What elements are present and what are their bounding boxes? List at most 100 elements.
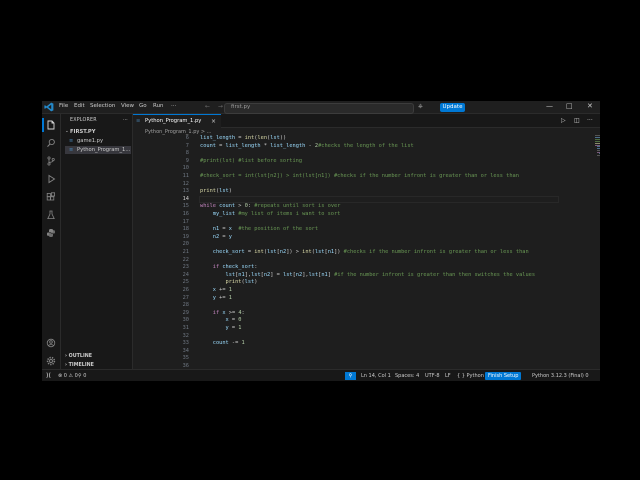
code-line[interactable]: x += 1 [200, 287, 232, 295]
code-line[interactable]: list_length = int(len(lst)) [200, 135, 286, 143]
status-bar: ⟩⟨ ⊗ 0 ⚠ 0 ⚲ 0 ⚲ Ln 14, Col 1 Spaces: 4 … [42, 369, 600, 381]
current-line-highlight [199, 195, 559, 204]
line-number: 21 [182, 249, 189, 255]
chevron-right-icon: › [65, 363, 67, 368]
line-number: 18 [182, 226, 189, 233]
more-actions-icon[interactable]: ··· [587, 117, 593, 124]
copilot-icon[interactable]: ⎈ [418, 103, 423, 111]
minimize-button[interactable]: — [546, 102, 553, 110]
split-editor-icon[interactable]: ◫ [574, 117, 580, 124]
line-number: 29 [182, 309, 189, 316]
chevron-right-icon: › [65, 354, 67, 359]
line-number: 26 [182, 287, 189, 293]
run-debug-icon[interactable] [46, 174, 56, 184]
editor-area: ≡ Python_Program_1.py × ▷ ◫ ··· Python_P… [133, 114, 600, 369]
line-number: 28 [182, 302, 189, 309]
python-icon[interactable] [46, 228, 56, 238]
encoding-status[interactable]: UTF-8 [425, 373, 440, 379]
close-window-button[interactable]: ✕ [587, 102, 593, 110]
code-line[interactable]: #check_sort = int(lst[n2]) > int(lst[n1]… [200, 173, 519, 181]
more-actions-icon[interactable]: ··· [123, 117, 128, 123]
menu-view[interactable]: View [121, 103, 134, 109]
update-button[interactable]: Update [440, 102, 465, 112]
menu-go[interactable]: Go [139, 103, 147, 109]
source-control-icon[interactable] [46, 156, 56, 166]
code-line[interactable]: count -= 1 [200, 340, 245, 348]
remote-indicator-icon[interactable]: ⟩⟨ [42, 370, 55, 381]
language-mode[interactable]: { } Python [457, 373, 484, 379]
line-number: 6 [185, 135, 189, 141]
line-number: 16 [182, 211, 189, 217]
line-number: 34 [182, 347, 189, 354]
line-number: 19 [182, 233, 189, 240]
extensions-icon[interactable] [46, 192, 56, 202]
files-icon[interactable] [46, 120, 56, 130]
minimap[interactable] [595, 135, 600, 175]
manage-gear-icon[interactable] [46, 356, 56, 366]
tab-python-program[interactable]: ≡ Python_Program_1.py × [133, 114, 221, 128]
menu-edit[interactable]: Edit [74, 103, 85, 109]
active-indicator [42, 118, 44, 132]
menu-run[interactable]: Run [153, 103, 164, 109]
code-line[interactable]: while count > 0: #repeats until sort is … [200, 203, 340, 211]
code-line[interactable]: #print(lst) #list before sorting [200, 158, 302, 166]
line-number: 12 [182, 180, 189, 187]
vscode-logo-icon [44, 102, 54, 112]
line-number: 30 [182, 317, 189, 324]
outline-section[interactable]: › OUTLINE [65, 354, 92, 359]
file-name: Python_Program_1... [77, 147, 131, 153]
python-interpreter[interactable]: Python 3.12.3 (Final) 0 [532, 373, 589, 379]
line-number: 9 [185, 157, 189, 164]
line-number: 32 [182, 332, 189, 339]
code-line[interactable]: if x >= 4: [200, 310, 245, 318]
eol-status[interactable]: LF [445, 373, 451, 379]
title-bar: File Edit Selection View Go Run ··· ← → … [42, 101, 600, 114]
line-number: 23 [182, 264, 189, 271]
line-number: 11 [182, 173, 189, 179]
line-number: 20 [182, 241, 189, 248]
file-item-selected[interactable]: ≡ Python_Program_1... [65, 146, 131, 154]
code-line[interactable]: count = list_length * list_length - 2#ch… [200, 143, 414, 151]
code-line[interactable]: y = 1 [200, 325, 242, 333]
code-line[interactable]: check_sort = int(lst[n2]) > int(lst[n1])… [200, 249, 529, 257]
line-number: 24 [182, 271, 189, 278]
ports-status[interactable]: ⚲ 0 [78, 373, 86, 379]
search-icon[interactable] [46, 138, 56, 148]
tab-bar: ≡ Python_Program_1.py × ▷ ◫ ··· [133, 114, 600, 128]
code-line[interactable]: my_list #my list of items i want to sort [200, 211, 341, 219]
command-center[interactable]: first.py [224, 102, 414, 114]
problems-status[interactable]: ⊗ 0 ⚠ 0 [58, 373, 78, 379]
code-editor[interactable]: 6 list_length = int(len(lst)) 7 count = lis… [133, 135, 588, 369]
menu-more[interactable]: ··· [171, 103, 176, 109]
testing-icon[interactable] [46, 210, 56, 220]
maximize-button[interactable]: □ [566, 102, 573, 110]
menu-file[interactable]: File [59, 103, 68, 109]
python-file-icon: ≡ [136, 118, 141, 124]
run-file-icon[interactable]: ▷ [561, 117, 566, 124]
code-line[interactable]: n2 = y [200, 234, 232, 242]
close-icon[interactable]: × [211, 118, 216, 125]
code-line[interactable]: y += 1 [200, 295, 232, 303]
workspace-folder[interactable]: FIRST.PY [70, 129, 95, 135]
cursor-position[interactable]: Ln 14, Col 1 [361, 373, 391, 379]
indentation-status[interactable]: Spaces: 4 [395, 373, 419, 379]
zoom-indicator-icon[interactable]: ⚲ [345, 371, 356, 380]
code-line[interactable]: if check_sort: [200, 264, 258, 272]
account-icon[interactable] [46, 338, 56, 348]
code-line[interactable]: n1 = x #the position of the sort [200, 226, 318, 234]
code-line[interactable]: x = 0 [200, 317, 242, 325]
command-center-label: first.py [231, 104, 251, 110]
chevron-down-icon[interactable]: ⌄ [65, 129, 69, 134]
code-line[interactable]: lst[n1],lst[n2] = lst[n2],lst[n1] #if th… [200, 272, 536, 280]
explorer-sidebar: EXPLORER ··· ⌄ FIRST.PY ≡ game1.py ≡ Pytho… [61, 114, 133, 369]
nav-back-forward-arrows[interactable]: ← → [205, 103, 226, 110]
code-line[interactable]: print(lst) [200, 279, 258, 287]
timeline-section[interactable]: › TIMELINE [65, 363, 94, 368]
file-item[interactable]: ≡ game1.py [65, 137, 131, 145]
line-number: 33 [182, 340, 189, 347]
menu-selection[interactable]: Selection [90, 103, 115, 109]
activity-bar [42, 114, 61, 369]
finish-setup-button[interactable]: Finish Setup [485, 371, 522, 380]
tab-label: Python_Program_1.py [145, 118, 202, 124]
code-line[interactable]: print(lst) [200, 188, 232, 196]
